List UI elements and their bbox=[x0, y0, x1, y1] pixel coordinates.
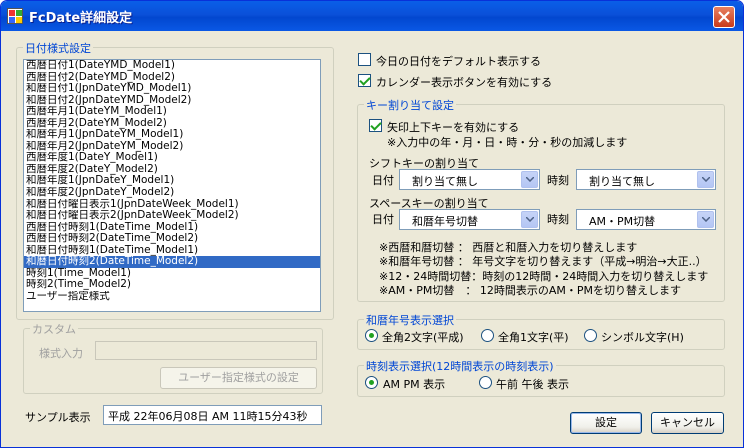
sample-display: 平成 22年06月08日 AM 11時15分43秒 bbox=[103, 405, 322, 425]
shift-time-select[interactable]: 割り当て無し bbox=[576, 169, 716, 190]
format-list-item[interactable]: 和暦日付時刻2(DateTime_Model2) bbox=[24, 256, 320, 268]
space-date-select[interactable]: 和暦年号切替 bbox=[399, 209, 540, 230]
shift-time-value: 割り当て無し bbox=[589, 175, 655, 188]
format-group-label: 日付様式設定 bbox=[23, 40, 93, 56]
arrow-keys-checkbox[interactable] bbox=[369, 119, 382, 132]
format-list-item[interactable]: 和暦年月2(JpnDateYM_Model2) bbox=[24, 141, 320, 153]
space-time-value: AM・PM切替 bbox=[589, 215, 656, 228]
default-today-checkbox[interactable] bbox=[358, 53, 371, 66]
format-list-item[interactable]: ユーザー指定様式 bbox=[24, 291, 320, 303]
shift-date-label: 日付 bbox=[372, 174, 394, 187]
format-list-item[interactable]: 西暦日付1(DateYMD_Model1) bbox=[24, 60, 320, 72]
format-list-item[interactable]: 和暦年度2(JpnDateY_Model2) bbox=[24, 187, 320, 199]
chevron-down-icon[interactable] bbox=[521, 171, 538, 188]
settings-window: FcDate詳細設定 日付様式設定 西暦日付1(DateYMD_Model1) 西… bbox=[0, 0, 744, 448]
format-list-item[interactable]: 和暦日付曜日表示1(JpnDateWeek_Model1) bbox=[24, 199, 320, 211]
era-option-radio[interactable] bbox=[365, 329, 378, 342]
style-input-label: 様式入力 bbox=[39, 347, 83, 360]
format-list-item[interactable]: 時刻2(Time_Model2) bbox=[24, 279, 320, 291]
format-list-item[interactable]: 西暦日付2(DateYMD_Model2) bbox=[24, 72, 320, 84]
space-date-value: 和暦年号切替 bbox=[412, 215, 478, 228]
app-icon bbox=[7, 8, 23, 24]
format-list-item[interactable]: 和暦日付1(JpnDateYMD_Model1) bbox=[24, 83, 320, 95]
title-bar[interactable]: FcDate詳細設定 bbox=[1, 1, 743, 31]
time-group-label: 時刻表示選択(12時間表示の時刻表示) bbox=[364, 358, 556, 374]
era-option-radio[interactable] bbox=[584, 329, 597, 342]
era-option-label[interactable]: 全角2文字(平成) bbox=[382, 329, 464, 345]
chevron-down-icon[interactable] bbox=[521, 211, 538, 228]
shift-time-label: 時刻 bbox=[547, 174, 569, 187]
key-note: ※AM・PM切替 ： 12時間表示のAM・PMを切り替えします bbox=[379, 284, 681, 297]
chevron-down-icon[interactable] bbox=[697, 171, 714, 188]
space-time-label: 時刻 bbox=[547, 213, 569, 226]
user-format-button[interactable]: ユーザー指定様式の設定 bbox=[160, 367, 317, 389]
style-input[interactable] bbox=[95, 341, 317, 360]
era-option-label[interactable]: シンボル文字(H) bbox=[601, 329, 684, 345]
ok-button[interactable]: 設定 bbox=[570, 412, 642, 434]
custom-group-label: カスタム bbox=[30, 321, 78, 337]
cancel-button[interactable]: キャンセル bbox=[651, 412, 724, 434]
era-group-label: 和暦年号表示選択 bbox=[364, 312, 456, 328]
time-option-label[interactable]: AM PM 表示 bbox=[383, 376, 445, 392]
format-list-item[interactable]: 和暦日付時刻1(DateTime_Model1) bbox=[24, 245, 320, 257]
format-list-item[interactable]: 和暦年月1(JpnDateYM_Model1) bbox=[24, 129, 320, 141]
arrow-keys-label[interactable]: 矢印上下キーを有効にする bbox=[387, 119, 519, 135]
shift-date-value: 割り当て無し bbox=[412, 175, 478, 188]
format-list-item[interactable]: 西暦年月2(DateYM_Model2) bbox=[24, 118, 320, 130]
era-option-label[interactable]: 全角1文字(平) bbox=[498, 329, 569, 345]
space-date-label: 日付 bbox=[372, 213, 394, 226]
time-option-radio[interactable] bbox=[365, 376, 378, 389]
close-icon bbox=[718, 11, 730, 23]
key-group-label: キー割り当て設定 bbox=[364, 97, 456, 113]
calendar-button-checkbox[interactable] bbox=[358, 74, 371, 87]
shift-date-select[interactable]: 割り当て無し bbox=[399, 169, 540, 190]
format-listbox[interactable]: 西暦日付1(DateYMD_Model1) 西暦日付2(DateYMD_Model… bbox=[23, 59, 321, 312]
format-list-item[interactable]: 西暦日付時刻1(DateTime_Model1) bbox=[24, 222, 320, 234]
time-option-radio[interactable] bbox=[479, 376, 492, 389]
chevron-down-icon[interactable] bbox=[697, 211, 714, 228]
format-list-item[interactable]: 時刻1(Time_Model1) bbox=[24, 268, 320, 280]
format-list-item[interactable]: 和暦日付2(JpnDateYMD_Model2) bbox=[24, 95, 320, 107]
close-button[interactable] bbox=[713, 6, 735, 28]
format-list-item[interactable]: 西暦年度1(DateY_Model1) bbox=[24, 152, 320, 164]
time-option-label[interactable]: 午前 午後 表示 bbox=[496, 376, 569, 392]
key-note: ※和暦年号切替 ： 年号文字を切り替えます（平成→明治→大正..） bbox=[379, 255, 707, 268]
format-list-item[interactable]: 西暦年度2(DateY_Model2) bbox=[24, 164, 320, 176]
era-option-radio[interactable] bbox=[481, 329, 494, 342]
format-list-item[interactable]: 西暦日付時刻2(DateTime_Model2) bbox=[24, 233, 320, 245]
format-list-item[interactable]: 和暦日付曜日表示2(JpnDateWeek_Model2) bbox=[24, 210, 320, 222]
format-list-item[interactable]: 西暦年月1(DateYM_Model1) bbox=[24, 106, 320, 118]
default-today-label[interactable]: 今日の日付をデフォルト表示する bbox=[376, 53, 541, 69]
arrow-keys-note: ※入力中の年・月・日・時・分・秒の加減します bbox=[387, 136, 628, 149]
space-time-select[interactable]: AM・PM切替 bbox=[576, 209, 716, 230]
format-list-item[interactable]: 和暦年度1(JpnDateY_Model1) bbox=[24, 175, 320, 187]
calendar-button-label[interactable]: カレンダー表示ボタンを有効にする bbox=[376, 74, 552, 90]
window-title: FcDate詳細設定 bbox=[29, 11, 133, 26]
sample-label: サンプル表示 bbox=[25, 411, 91, 424]
